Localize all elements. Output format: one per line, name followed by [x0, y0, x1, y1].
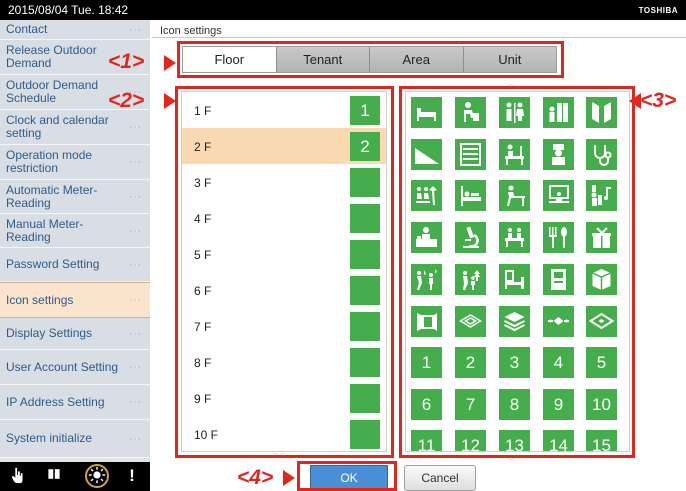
sidebar-item-clock-and-calendar-setting[interactable]: Clock and calendar setting ···	[0, 110, 150, 145]
sidebar-item-automatic-meter-reading[interactable]: Automatic Meter-Reading ···	[0, 180, 150, 214]
sidebar-item-label: Clock and calendar setting	[6, 113, 109, 140]
more-dots-icon: ···	[129, 328, 142, 339]
arrow-3-icon	[629, 93, 641, 109]
sidebar-item-label: Release Outdoor Demand	[6, 43, 97, 70]
icon-settings-screen: 2015/08/04 Tue. 18:42 TOSHIBA Contact ···…	[0, 0, 686, 491]
brand-logo: TOSHIBA	[638, 6, 678, 15]
sidebar-item-label: Automatic Meter-Reading	[6, 182, 98, 210]
sidebar-item-operation-mode-restriction[interactable]: Operation mode restriction ···	[0, 145, 150, 180]
arrow-2-icon	[164, 93, 176, 109]
more-dots-icon: ···	[129, 259, 142, 270]
page-title: Icon settings	[160, 25, 222, 37]
bottom-toolbar: !	[0, 462, 150, 491]
more-dots-icon: ···	[129, 191, 142, 202]
sidebar-item-label: IP Address Setting	[6, 394, 105, 409]
cancel-button[interactable]: Cancel	[404, 465, 476, 491]
sidebar-item-label: Outdoor Demand Schedule	[6, 78, 99, 105]
sidebar: Contact ··· Release Outdoor Demand ··· Outdo…	[0, 20, 150, 462]
sidebar-item-icon-settings[interactable]: Icon settings ···	[0, 282, 150, 318]
sidebar-item-contact[interactable]: Contact ···	[0, 20, 150, 40]
callout-3: <3>	[640, 89, 677, 112]
title-divider	[152, 37, 686, 38]
sun-icon[interactable]	[85, 464, 109, 488]
top-bar: 2015/08/04 Tue. 18:42 TOSHIBA	[0, 0, 686, 20]
alert-icon[interactable]: !	[122, 466, 142, 486]
annotation-box-floor-list	[175, 86, 394, 458]
annotation-box-tabs	[177, 41, 564, 78]
more-dots-icon: ···	[129, 225, 142, 236]
more-dots-icon: ···	[129, 121, 142, 133]
sidebar-item-label: Password Setting	[6, 257, 100, 271]
callout-2: <2>	[108, 89, 145, 112]
more-dots-icon: ···	[129, 24, 142, 35]
arrow-1-icon	[164, 55, 176, 71]
annotation-box-ok	[297, 461, 397, 491]
sidebar-item-label: Operation mode restriction	[6, 148, 93, 175]
more-dots-icon: ···	[129, 156, 142, 168]
sidebar-item-label: Icon settings	[6, 292, 74, 307]
sidebar-item-password-setting[interactable]: Password Setting ···	[0, 248, 150, 282]
sidebar-item-label: User Account Setting	[6, 359, 119, 374]
book-icon[interactable]	[44, 466, 64, 486]
sidebar-item-label: System initialize	[6, 431, 93, 445]
sidebar-item-user-account-setting[interactable]: User Account Setting ···	[0, 350, 150, 385]
sidebar-item-system-initialize[interactable]: System initialize ···	[0, 420, 150, 458]
sidebar-item-ip-address-setting[interactable]: IP Address Setting ···	[0, 385, 150, 420]
sidebar-item-display-settings[interactable]: Display Settings ···	[0, 318, 150, 350]
callout-4: <4>	[237, 466, 274, 489]
sidebar-item-manual-meter-reading[interactable]: Manual Meter-Reading ···	[0, 214, 150, 248]
annotation-box-icon-grid	[399, 86, 635, 458]
sidebar-item-label: Contact	[6, 22, 48, 36]
arrow-4-icon	[283, 470, 295, 486]
datetime: 2015/08/04 Tue. 18:42	[8, 3, 129, 17]
more-dots-icon: ···	[129, 294, 142, 306]
touch-hand-icon[interactable]	[8, 466, 28, 486]
more-dots-icon: ···	[129, 433, 142, 444]
sidebar-item-label: Display Settings	[6, 326, 93, 340]
callout-1: <1>	[108, 50, 145, 73]
sidebar-item-label: Manual Meter-Reading	[6, 216, 84, 244]
more-dots-icon: ···	[129, 396, 142, 408]
more-dots-icon: ···	[129, 361, 142, 373]
